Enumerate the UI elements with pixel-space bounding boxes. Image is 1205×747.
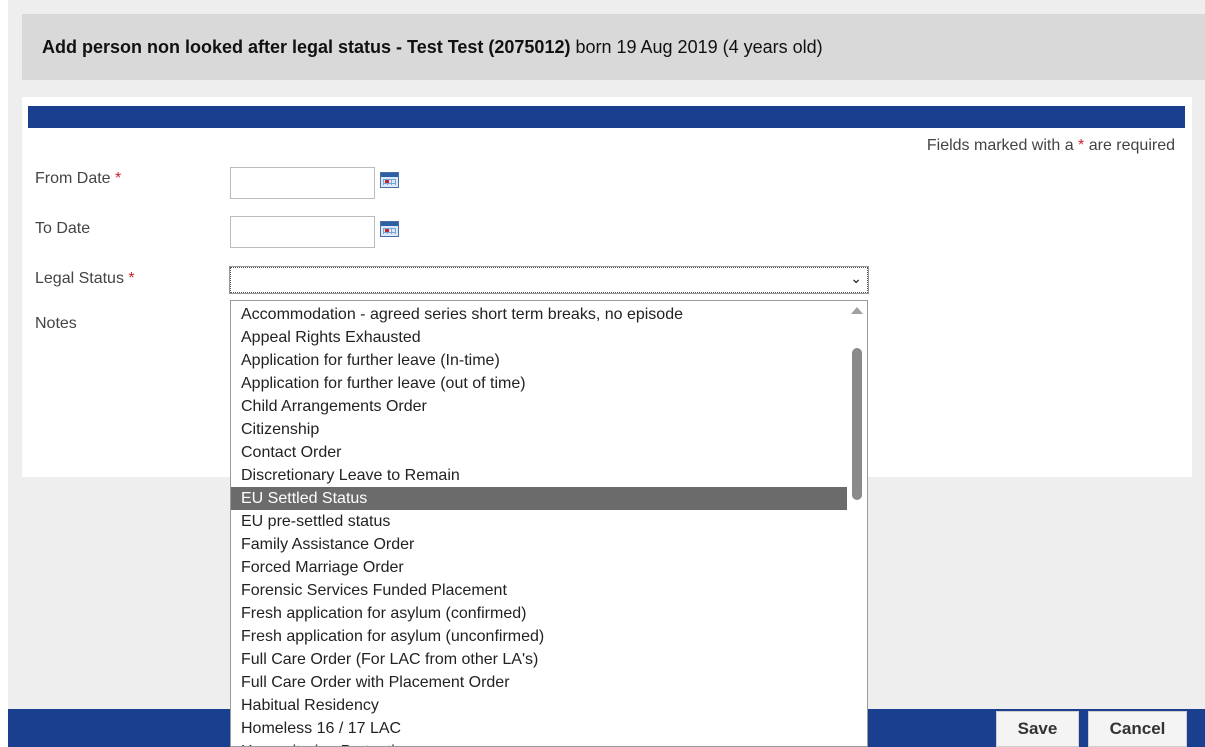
to-date-label: To Date [35,220,90,238]
dropdown-option[interactable]: EU Settled Status [231,487,848,510]
from-date-label: From Date * [35,170,121,188]
chevron-down-icon[interactable]: ⌄ [850,270,862,287]
required-note-prefix: Fields marked with a [926,137,1079,154]
dropdown-option[interactable]: Fresh application for asylum (confirmed) [231,602,848,625]
dropdown-option[interactable]: Forced Marriage Order [231,556,848,579]
form-header-band [28,106,1185,128]
dropdown-options-list: Accommodation - agreed series short term… [231,303,848,746]
page-title-main: Add person non looked after legal status… [42,36,571,57]
required-star: * [115,170,122,187]
dropdown-option[interactable]: Family Assistance Order [231,533,848,556]
dropdown-option[interactable]: Citizenship [231,418,848,441]
page-title-subtitle: born 19 Aug 2019 (4 years old) [570,36,823,57]
dropdown-option[interactable]: Contact Order [231,441,848,464]
dropdown-option[interactable]: Full Care Order with Placement Order [231,671,848,694]
required-note-suffix: are required [1084,137,1175,154]
dropdown-option[interactable]: Accommodation - agreed series short term… [231,303,848,326]
legal-status-label: Legal Status * [35,270,135,288]
dropdown-scrollbar[interactable] [847,301,867,746]
calendar-icon[interactable] [380,172,399,188]
dropdown-option[interactable]: Full Care Order (For LAC from other LA's… [231,648,848,671]
required-star: * [128,270,135,287]
legal-status-select[interactable]: ⌄ [229,266,869,294]
dropdown-option[interactable]: Fresh application for asylum (unconfirme… [231,625,848,648]
calendar-icon[interactable] [380,221,399,237]
save-button[interactable]: Save [996,711,1079,747]
notes-label: Notes [35,315,77,333]
dropdown-option[interactable]: Habitual Residency [231,694,848,717]
dropdown-option[interactable]: Child Arrangements Order [231,395,848,418]
from-date-label-text: From Date [35,170,111,187]
to-date-input[interactable] [230,216,375,248]
dropdown-option[interactable]: Discretionary Leave to Remain [231,464,848,487]
scroll-up-arrow-icon[interactable] [851,307,863,314]
dropdown-option[interactable]: Humanitarian Protection [231,740,848,746]
scrollbar-thumb[interactable] [852,348,862,500]
dropdown-option[interactable]: Forensic Services Funded Placement [231,579,848,602]
dropdown-option[interactable]: Homeless 16 / 17 LAC [231,717,848,740]
required-fields-note: Fields marked with a * are required [927,137,1175,155]
dropdown-option[interactable]: Appeal Rights Exhausted [231,326,848,349]
cancel-button[interactable]: Cancel [1088,711,1187,747]
page-title: Add person non looked after legal status… [22,14,1205,80]
dropdown-option[interactable]: Application for further leave (In-time) [231,349,848,372]
dropdown-option[interactable]: EU pre-settled status [231,510,848,533]
legal-status-dropdown[interactable]: Accommodation - agreed series short term… [230,300,868,747]
legal-status-label-text: Legal Status [35,270,124,287]
dropdown-option[interactable]: Application for further leave (out of ti… [231,372,848,395]
notes-label-text: Notes [35,315,77,332]
from-date-input[interactable] [230,167,375,199]
to-date-label-text: To Date [35,220,91,237]
